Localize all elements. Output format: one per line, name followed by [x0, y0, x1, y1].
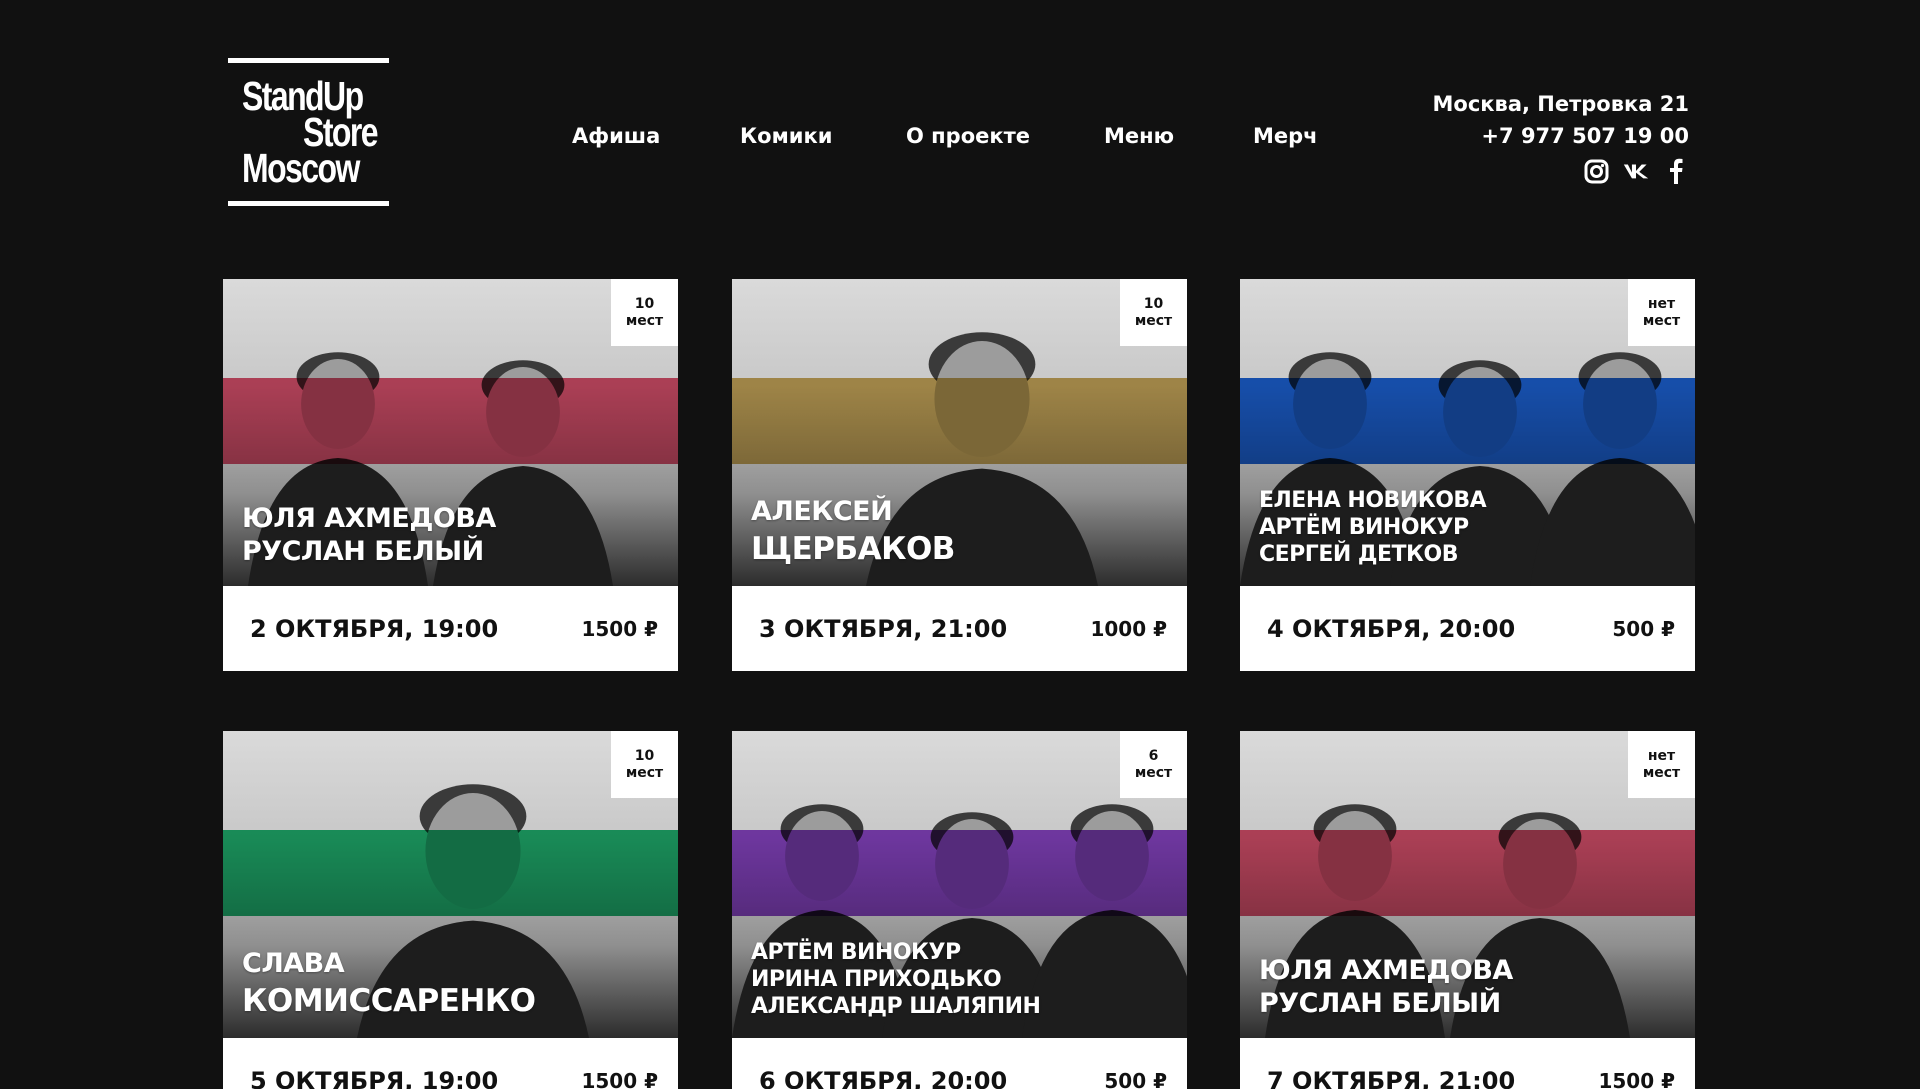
comedian-name: Сергей Детков [1259, 542, 1459, 567]
seats-count: 6 [1148, 747, 1159, 764]
comedian-name: Елена Новикова [1259, 488, 1487, 513]
event-info: 5 ОКТЯБРЯ, 19:00 1500 ₽ [223, 1038, 678, 1089]
seats-badge: 10 мест [611, 731, 678, 798]
comedian-names: Слава Комиссаренко [242, 946, 536, 1020]
seats-label: мест [1642, 764, 1681, 781]
instagram-icon[interactable] [1583, 158, 1609, 184]
color-band [223, 378, 678, 464]
vk-icon[interactable] [1623, 158, 1649, 184]
comedian-name: Александр Шаляпин [751, 994, 1041, 1019]
comedian-name: Слава [242, 948, 345, 979]
contact-block: Москва, Петровка 21 +7 977 507 19 00 [1433, 88, 1689, 184]
comedian-name: Руслан Белый [1259, 988, 1501, 1019]
event-card[interactable]: Юля Ахмедова Руслан Белый нет мест 7 ОКТЯБРЯ… [1240, 731, 1695, 1089]
seats-label: мест [625, 312, 664, 329]
event-price: 500 ₽ [1612, 616, 1675, 641]
color-band [1240, 830, 1695, 916]
logo[interactable]: StandUp Store Moscow [228, 58, 389, 206]
event-photo: Артём Винокур Ирина Приходько Александр Ша… [732, 731, 1187, 1038]
seats-label: мест [1642, 312, 1681, 329]
comedian-names: Артём Винокур Ирина Приходько Александр Ша… [751, 939, 1041, 1020]
color-band [1240, 378, 1695, 464]
event-price: 1500 ₽ [1598, 1068, 1675, 1089]
nav-item-merch[interactable]: Мерч [1253, 124, 1318, 148]
comedian-names: Алексей Щербаков [751, 494, 955, 568]
comedian-name: Комиссаренко [242, 983, 536, 1019]
address: Москва, Петровка 21 [1432, 92, 1689, 116]
nav-item-afisha[interactable]: Афиша [572, 124, 660, 148]
facebook-icon[interactable] [1663, 158, 1689, 184]
event-info: 2 ОКТЯБРЯ, 19:00 1500 ₽ [223, 586, 678, 671]
seats-badge: 6 мест [1120, 731, 1187, 798]
event-card[interactable]: Алексей Щербаков 10 мест 3 ОКТЯБРЯ, 21:00 100… [732, 279, 1187, 671]
event-card[interactable]: Елена Новикова Артём Винокур Сергей Детков… [1240, 279, 1695, 671]
event-date: 2 ОКТЯБРЯ, 19:00 [250, 614, 499, 643]
event-photo: Елена Новикова Артём Винокур Сергей Детков… [1240, 279, 1695, 586]
comedian-name: Юля Ахмедова [1259, 955, 1513, 986]
color-band [223, 830, 678, 916]
seats-badge: 10 мест [611, 279, 678, 346]
nav-item-about[interactable]: О проекте [906, 124, 1030, 148]
event-photo: Алексей Щербаков 10 мест [732, 279, 1187, 586]
event-info: 4 ОКТЯБРЯ, 20:00 500 ₽ [1240, 586, 1695, 671]
event-price: 1000 ₽ [1090, 616, 1167, 641]
event-card[interactable]: Юля Ахмедова Руслан Белый 10 мест 2 ОКТЯБРЯ,… [223, 279, 678, 671]
event-card[interactable]: Артём Винокур Ирина Приходько Александр Ша… [732, 731, 1187, 1089]
nav-item-comedians[interactable]: Комики [740, 124, 832, 148]
event-price: 500 ₽ [1104, 1068, 1167, 1089]
comedian-name: Ирина Приходько [751, 967, 1002, 992]
event-photo: Юля Ахмедова Руслан Белый нет мест [1240, 731, 1695, 1038]
event-info: 3 ОКТЯБРЯ, 21:00 1000 ₽ [732, 586, 1187, 671]
comedian-name: Артём Винокур [751, 940, 961, 965]
event-date: 3 ОКТЯБРЯ, 21:00 [759, 614, 1008, 643]
phone[interactable]: +7 977 507 19 00 [1433, 120, 1689, 152]
seats-label: мест [625, 764, 664, 781]
seats-count: 10 [1143, 295, 1164, 312]
seats-label: мест [1134, 764, 1173, 781]
seats-badge: нет мест [1628, 731, 1695, 798]
comedian-name: Щербаков [751, 531, 955, 567]
seats-badge: нет мест [1628, 279, 1695, 346]
color-band [732, 378, 1187, 464]
seats-badge: 10 мест [1120, 279, 1187, 346]
comedian-name: Руслан Белый [242, 536, 484, 567]
event-info: 7 ОКТЯБРЯ, 21:00 1500 ₽ [1240, 1038, 1695, 1089]
comedian-name: Юля Ахмедова [242, 503, 496, 534]
event-info: 6 ОКТЯБРЯ, 20:00 500 ₽ [732, 1038, 1187, 1089]
logo-line: Moscow [242, 145, 360, 191]
seats-label: мест [1134, 312, 1173, 329]
comedian-names: Елена Новикова Артём Винокур Сергей Детков [1259, 487, 1487, 568]
event-card[interactable]: Слава Комиссаренко 10 мест 5 ОКТЯБРЯ, 19:00 1… [223, 731, 678, 1089]
event-date: 7 ОКТЯБРЯ, 21:00 [1267, 1066, 1516, 1089]
event-date: 6 ОКТЯБРЯ, 20:00 [759, 1066, 1008, 1089]
seats-count: нет [1647, 747, 1676, 764]
event-price: 1500 ₽ [581, 1068, 658, 1089]
event-date: 4 ОКТЯБРЯ, 20:00 [1267, 614, 1516, 643]
seats-count: 10 [634, 747, 655, 764]
nav-item-menu[interactable]: Меню [1104, 124, 1174, 148]
seats-count: 10 [634, 295, 655, 312]
comedian-name: Алексей [751, 496, 893, 527]
event-price: 1500 ₽ [581, 616, 658, 641]
event-photo: Юля Ахмедова Руслан Белый 10 мест [223, 279, 678, 586]
comedian-names: Юля Ахмедова Руслан Белый [242, 502, 496, 568]
comedian-name: Артём Винокур [1259, 515, 1469, 540]
seats-count: нет [1647, 295, 1676, 312]
event-photo: Слава Комиссаренко 10 мест [223, 731, 678, 1038]
event-date: 5 ОКТЯБРЯ, 19:00 [250, 1066, 499, 1089]
social-links [1433, 158, 1689, 184]
color-band [732, 830, 1187, 916]
comedian-names: Юля Ахмедова Руслан Белый [1259, 954, 1513, 1020]
